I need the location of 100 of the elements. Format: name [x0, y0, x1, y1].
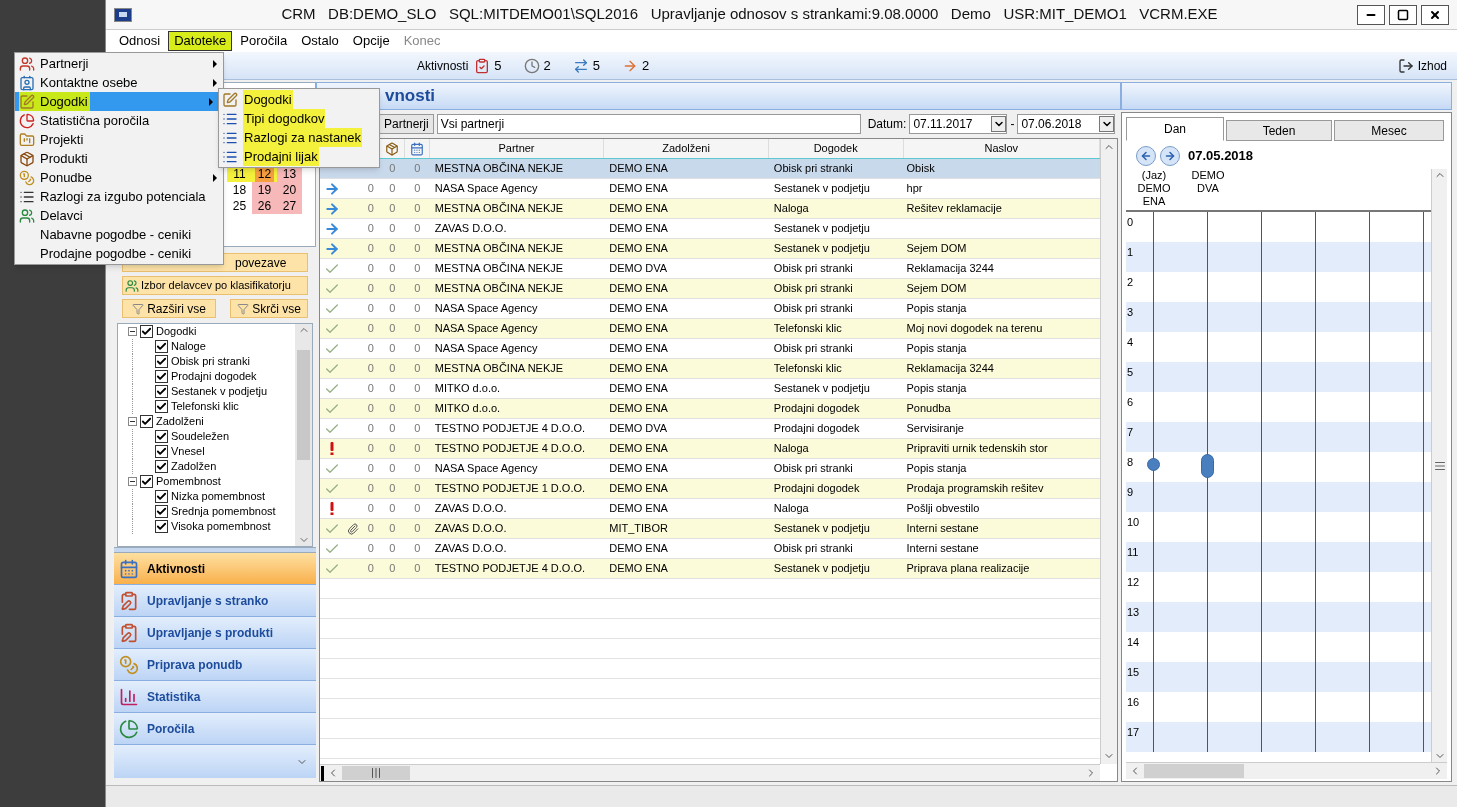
assigned-cell-text: DEMO ENA: [608, 281, 669, 297]
hour-label: 14: [1126, 635, 1141, 650]
title-cell-text: Ponudba: [905, 401, 952, 417]
count-cell-text: 0: [388, 401, 397, 417]
count-cell-text: 0: [413, 521, 422, 537]
title-cell-text: Sejem DOM: [905, 281, 968, 297]
hour-label: 10: [1126, 515, 1141, 530]
count-cell-text: 0: [366, 521, 375, 537]
partner-cell-text: ZAVAS D.O.O.: [433, 501, 508, 517]
count-cell-text: 0: [413, 301, 422, 317]
title-cell-text: Pripraviti urnik tedenskih stor: [905, 441, 1049, 457]
assigned-cell-text: DEMO ENA: [608, 461, 669, 477]
count-cell-text: 0: [413, 341, 422, 357]
hour-label: 17: [1126, 725, 1141, 740]
hour-label: 9: [1126, 485, 1135, 500]
count-cell-text: 0: [413, 361, 422, 377]
count-cell-text: 0: [388, 321, 397, 337]
hour-label: 3: [1126, 305, 1135, 320]
count-cell-text: 0: [366, 261, 375, 277]
assigned-cell-text: DEMO ENA: [608, 441, 669, 457]
count-cell-text: 0: [413, 541, 422, 557]
tree-label: Zadolžen: [171, 459, 217, 475]
partner-cell-text: NASA Space Agency: [433, 321, 539, 337]
assigned-cell-text: DEMO ENA: [608, 161, 669, 177]
count-cell-text: 0: [388, 301, 397, 317]
count-cell-text: 0: [388, 181, 397, 197]
assigned-cell-text: DEMO DVA: [608, 421, 669, 437]
count-cell-text: 0: [366, 361, 375, 377]
count-cell-text: 0: [388, 501, 397, 517]
assigned-cell-text: DEMO ENA: [608, 201, 669, 217]
calendar-date: 07.05.2018: [1188, 147, 1254, 166]
hour-label: 8: [1126, 455, 1135, 470]
hour-label: 12: [1126, 575, 1141, 590]
count-cell-text: 0: [388, 361, 397, 377]
event-cell-text: Naloga: [772, 441, 810, 457]
count-cell-text: 0: [366, 241, 375, 257]
title-cell-text: Prodaja programskih rešitev: [905, 481, 1045, 497]
title-cell-text: Rešitev reklamacije: [905, 201, 1003, 217]
count-cell-text: 0: [366, 401, 375, 417]
count-cell-text: 0: [413, 381, 422, 397]
title-cell-text: Reklamacija 3244: [905, 261, 995, 277]
assigned-cell-text: DEMO ENA: [608, 181, 669, 197]
partner-cell-text: MESTNA OBČINA NEKJE: [433, 261, 565, 277]
partner-cell-text: MESTNA OBČINA NEKJE: [433, 241, 565, 257]
tree-label: Soudeležen: [171, 429, 230, 445]
date-label: Datum:: [867, 115, 907, 133]
tree-label: Telefonski klic: [171, 399, 239, 415]
assigned-cell-text: DEMO ENA: [608, 381, 669, 397]
title-cell-text: Priprava plana realizacije: [905, 561, 1031, 577]
event-cell-text: Obisk pri stranki: [772, 301, 854, 317]
title-cell-text: Popis stanja: [905, 301, 968, 317]
hour-label: 11: [1126, 545, 1140, 560]
window-title: CRM DB:DEMO_SLO SQL:MITDEMO01\SQL2016 Upravljanje odnosov s strankami:9.08.0000 Demo USR:MIT_DEMO1 VCRM.EXE: [280, 4, 1219, 25]
partner-cell-text: TESTNO PODJETJE 1 D.O.O.: [433, 481, 587, 497]
title-cell-text: Obisk: [905, 161, 936, 177]
event-cell-text: Sestanek v podjetju: [772, 561, 871, 577]
count-cell-text: 0: [388, 381, 397, 397]
event-cell-text: Sestanek v podjetju: [772, 381, 871, 397]
partner-cell-text: NASA Space Agency: [433, 181, 539, 197]
count-cell-text: 0: [413, 201, 422, 217]
hour-label: 7: [1126, 425, 1135, 440]
count-cell-text: 0: [366, 341, 375, 357]
partner-cell-text: TESTNO PODJETJE 4 D.O.O.: [433, 441, 587, 457]
title-cell-text: Popis stanja: [905, 381, 968, 397]
partner-cell-text: MESTNA OBČINA NEKJE: [433, 201, 565, 217]
event-cell-text: Naloga: [772, 201, 810, 217]
title-cell-text: Popis stanja: [905, 341, 968, 357]
title-cell-text: Sejem DOM: [905, 241, 968, 257]
title-cell-text: hpr: [905, 181, 924, 197]
partner-cell-text: MITKO d.o.o.: [433, 401, 502, 417]
count-cell-text: 0: [388, 281, 397, 297]
partner-cell-text: NASA Space Agency: [433, 461, 539, 477]
event-cell-text: Prodajni dogodek: [772, 421, 861, 437]
count-cell-text: 0: [366, 421, 375, 437]
assigned-cell-text: DEMO ENA: [608, 561, 669, 577]
tree-label: Pomembnost: [156, 474, 221, 490]
count-cell-text: 0: [413, 181, 422, 197]
count-cell-text: 0: [388, 541, 397, 557]
tree-label: Visoka pomembnost: [171, 519, 271, 535]
assigned-cell-text: MIT_TIBOR: [608, 521, 669, 537]
assigned-cell-text: DEMO ENA: [608, 241, 669, 257]
resource-header: (Jaz) DEMO ENA: [1136, 169, 1172, 209]
count-cell-text: 0: [366, 321, 375, 337]
count-cell-text: 0: [388, 461, 397, 477]
hour-label: 1: [1126, 245, 1135, 260]
event-cell-text: Sestanek v podjetju: [772, 221, 871, 237]
count-cell-text: 0: [366, 201, 375, 217]
event-cell-text: Telefonski klic: [772, 321, 843, 337]
partner-cell-text: MITKO d.o.o.: [433, 381, 502, 397]
tree-label: Dogodki: [156, 324, 197, 340]
tree-label: Prodajni dogodek: [171, 369, 257, 385]
event-cell-text: Naloga: [772, 501, 810, 517]
title-cell-text: Interni sestane: [905, 521, 980, 537]
hour-label: 0: [1126, 215, 1135, 230]
partner-cell-text: MESTNA OBČINA NEKJE: [433, 161, 565, 177]
count-cell-text: 0: [413, 161, 422, 177]
toolbar-label: Aktivnosti: [417, 57, 469, 75]
count-cell-text: 0: [413, 441, 422, 457]
count-cell-text: 0: [388, 221, 397, 237]
count-cell-text: 0: [366, 561, 375, 577]
